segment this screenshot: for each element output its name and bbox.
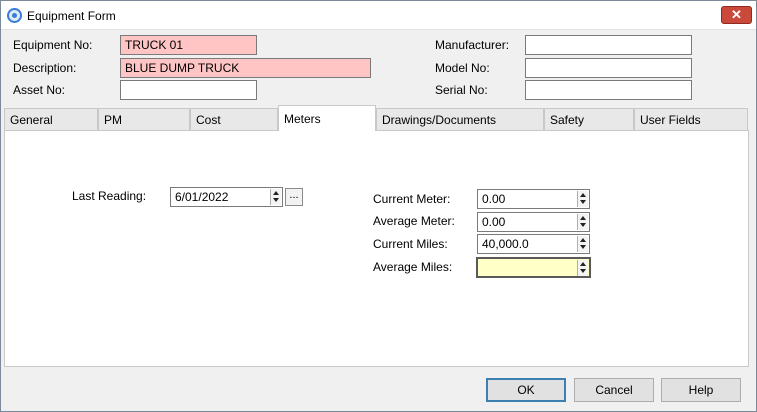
equipment-no-label: Equipment No: xyxy=(13,38,93,52)
last-reading-value: 6/01/2022 xyxy=(175,190,229,204)
tab-cost[interactable]: Cost xyxy=(190,108,278,130)
average-miles-label: Average Miles: xyxy=(373,260,453,274)
current-miles-spinner[interactable] xyxy=(577,236,588,252)
current-meter-field[interactable]: 0.00 xyxy=(477,189,590,209)
title-bar: Equipment Form ✕ xyxy=(1,1,756,30)
spin-down-icon[interactable] xyxy=(580,223,586,227)
serial-no-field[interactable] xyxy=(525,80,692,100)
tab-drawings-documents[interactable]: Drawings/Documents xyxy=(376,108,544,130)
help-button[interactable]: Help xyxy=(661,378,741,402)
tab-user-fields[interactable]: User Fields xyxy=(634,108,748,130)
spin-down-icon[interactable] xyxy=(273,198,279,202)
equipment-form-window: Equipment Form ✕ Equipment No: TRUCK 01 … xyxy=(0,0,757,412)
equipment-no-field[interactable]: TRUCK 01 xyxy=(120,35,257,55)
date-picker-button[interactable]: ... xyxy=(285,188,303,206)
tab-general[interactable]: General xyxy=(4,108,98,130)
average-miles-spinner[interactable] xyxy=(577,260,588,276)
window-title: Equipment Form xyxy=(27,9,116,23)
asset-no-field[interactable] xyxy=(120,80,257,100)
spin-up-icon[interactable] xyxy=(273,191,279,195)
asset-no-label: Asset No: xyxy=(13,83,66,97)
average-meter-spinner[interactable] xyxy=(577,214,588,230)
tab-strip: General PM Cost Meters Drawings/Document… xyxy=(4,105,748,131)
spin-up-icon[interactable] xyxy=(580,216,586,220)
current-miles-label: Current Miles: xyxy=(373,237,448,251)
last-reading-label: Last Reading: xyxy=(72,189,147,203)
spin-down-icon[interactable] xyxy=(580,269,586,273)
model-no-label: Model No: xyxy=(435,61,490,75)
manufacturer-field[interactable] xyxy=(525,35,692,55)
tab-pm[interactable]: PM xyxy=(98,108,190,130)
manufacturer-label: Manufacturer: xyxy=(435,38,510,52)
current-miles-value: 40,000.0 xyxy=(482,237,529,251)
average-meter-field[interactable]: 0.00 xyxy=(477,212,590,232)
last-reading-spinner[interactable] xyxy=(270,189,281,205)
spin-down-icon[interactable] xyxy=(580,200,586,204)
spin-down-icon[interactable] xyxy=(580,245,586,249)
last-reading-date-field[interactable]: 6/01/2022 xyxy=(170,187,283,207)
average-meter-label: Average Meter: xyxy=(373,214,455,228)
current-miles-field[interactable]: 40,000.0 xyxy=(477,234,590,254)
spin-up-icon[interactable] xyxy=(580,193,586,197)
spin-up-icon[interactable] xyxy=(580,238,586,242)
model-no-field[interactable] xyxy=(525,58,692,78)
cancel-button[interactable]: Cancel xyxy=(574,378,654,402)
current-meter-spinner[interactable] xyxy=(577,191,588,207)
tab-meters[interactable]: Meters xyxy=(278,105,376,131)
serial-no-label: Serial No: xyxy=(435,83,488,97)
average-meter-value: 0.00 xyxy=(482,215,506,229)
current-meter-label: Current Meter: xyxy=(373,192,451,206)
app-gear-icon xyxy=(7,8,22,23)
description-label: Description: xyxy=(13,61,77,75)
current-meter-value: 0.00 xyxy=(482,192,506,206)
ok-button[interactable]: OK xyxy=(486,378,566,402)
tab-safety[interactable]: Safety xyxy=(544,108,634,130)
description-field[interactable]: BLUE DUMP TRUCK xyxy=(120,58,371,78)
close-button[interactable]: ✕ xyxy=(721,6,752,24)
average-miles-field[interactable] xyxy=(476,257,591,278)
spin-up-icon[interactable] xyxy=(580,262,586,266)
